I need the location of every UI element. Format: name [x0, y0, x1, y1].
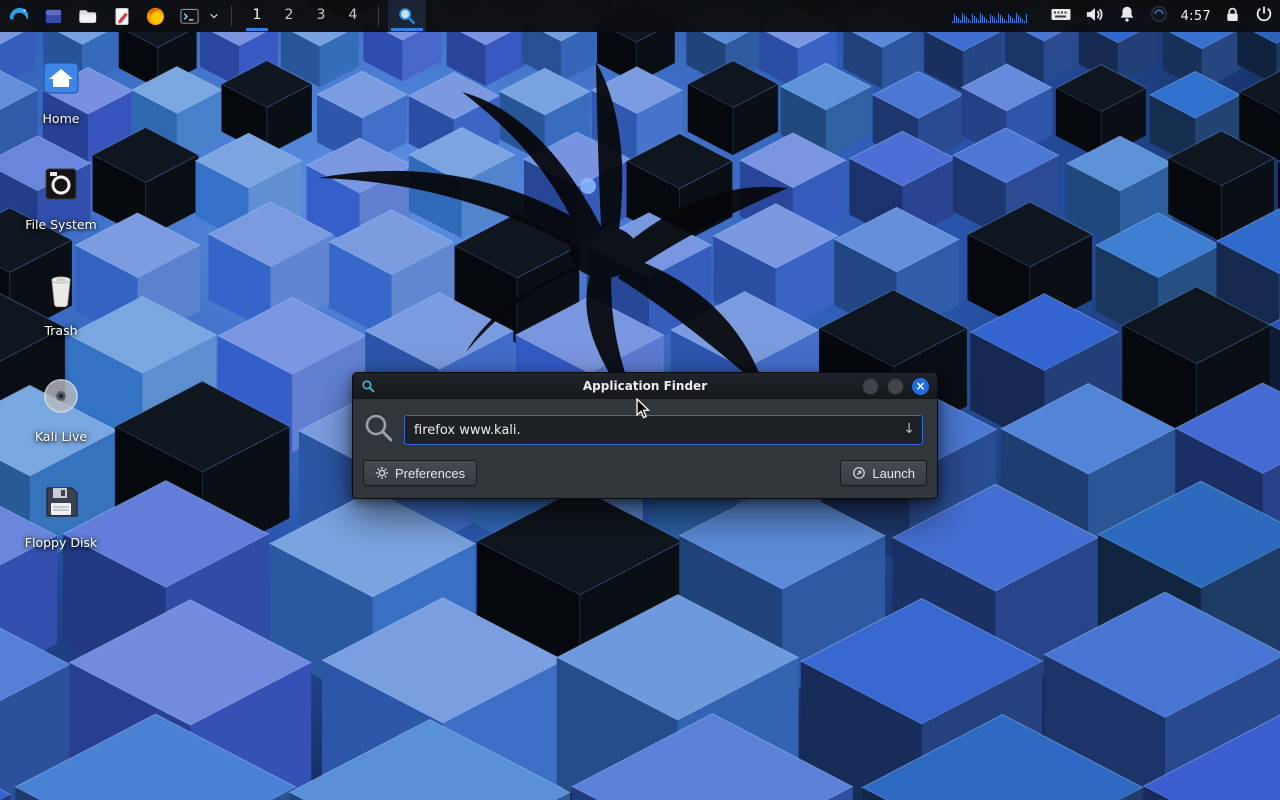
keyboard-indicator[interactable] — [1050, 3, 1072, 29]
trash-can-icon — [37, 266, 85, 314]
window-controls: × — [862, 378, 929, 395]
disc-icon — [37, 372, 85, 420]
desktop-icon-trash[interactable]: Trash — [16, 266, 106, 338]
launch-button[interactable]: Launch — [840, 460, 927, 486]
status-sphere-icon — [1149, 4, 1169, 24]
window-titlebar-finder-icon — [361, 379, 376, 394]
taskbar-window-application-finder[interactable] — [388, 0, 426, 32]
desktop-icon-home[interactable]: Home — [16, 54, 106, 126]
close-button[interactable]: × — [912, 378, 929, 395]
desktop-icon-column: Home File System Trash — [16, 54, 106, 584]
terminal-icon — [179, 6, 200, 27]
desktop-icon-label: Home — [43, 111, 80, 126]
bell-icon — [1117, 4, 1137, 24]
preferences-button-label: Preferences — [395, 466, 465, 481]
workspace-button-4[interactable]: 4 — [337, 0, 369, 32]
status-indicator[interactable] — [1149, 4, 1169, 28]
text-editor-icon — [111, 6, 132, 27]
panel-separator — [378, 6, 379, 26]
mouse-cursor — [636, 398, 652, 420]
folder-icon — [77, 6, 98, 27]
window-titlebar[interactable]: Application Finder × — [353, 373, 937, 399]
applications-menu-button[interactable] — [2, 0, 36, 32]
application-finder-icon — [397, 6, 417, 26]
clock[interactable]: 4:57 — [1181, 9, 1211, 24]
workspace-button-2[interactable]: 2 — [273, 0, 305, 32]
maximize-button[interactable] — [887, 378, 904, 395]
workspace-button-3[interactable]: 3 — [305, 0, 337, 32]
volume-icon — [1084, 4, 1105, 25]
workspace-button-1[interactable]: 1 — [241, 0, 273, 32]
text-editor-launcher[interactable] — [104, 0, 138, 32]
system-graph[interactable] — [952, 9, 1038, 23]
desktop-icon-label: Trash — [44, 323, 77, 338]
minimize-button[interactable] — [862, 378, 879, 395]
home-folder-icon — [37, 54, 85, 102]
lock-icon — [1223, 5, 1242, 24]
desktop-icon-file-system[interactable]: File System — [16, 160, 106, 232]
terminal-launcher[interactable] — [172, 0, 206, 32]
file-manager-launcher[interactable] — [36, 0, 70, 32]
volume-control[interactable] — [1084, 4, 1105, 29]
file-system-drive-icon — [37, 160, 85, 208]
keyboard-icon — [1050, 3, 1072, 25]
desktop-icon-label: Floppy Disk — [25, 535, 97, 550]
taskbar: 1 2 3 4 — [0, 0, 1280, 32]
workspace-switcher: 1 2 3 4 — [241, 0, 369, 32]
finder-buttons-row: Preferences Launch — [353, 456, 937, 498]
desktop-icon-label: Kali Live — [35, 429, 87, 444]
desktop-icon-label: File System — [25, 217, 97, 232]
logout-button[interactable] — [1254, 4, 1274, 28]
chevron-down-icon — [209, 11, 219, 21]
desktop-icon-kali-live[interactable]: Kali Live — [16, 372, 106, 444]
window-title: Application Finder — [353, 379, 937, 393]
search-input[interactable] — [404, 415, 923, 445]
search-input-wrap: ↓ — [404, 415, 923, 445]
logout-power-icon — [1254, 4, 1274, 24]
launcher-menu-chevron[interactable] — [206, 0, 222, 32]
search-icon — [363, 412, 395, 448]
application-finder-window: Application Finder × ↓ Pre — [352, 372, 938, 499]
preferences-button[interactable]: Preferences — [363, 460, 477, 486]
panel-separator — [231, 6, 232, 26]
launch-icon — [852, 466, 866, 480]
launch-button-label: Launch — [872, 466, 915, 481]
firefox-icon — [145, 6, 166, 27]
folder-launcher[interactable] — [70, 0, 104, 32]
floppy-disk-icon — [37, 478, 85, 526]
notifications[interactable] — [1117, 4, 1137, 28]
desktop-icon-floppy-disk[interactable]: Floppy Disk — [16, 478, 106, 550]
file-manager-icon — [43, 6, 64, 27]
kali-logo-icon — [7, 4, 31, 28]
firefox-launcher[interactable] — [138, 0, 172, 32]
gear-icon — [375, 466, 389, 480]
panel-status-area: 4:57 — [952, 3, 1274, 29]
screen-lock[interactable] — [1223, 5, 1242, 28]
